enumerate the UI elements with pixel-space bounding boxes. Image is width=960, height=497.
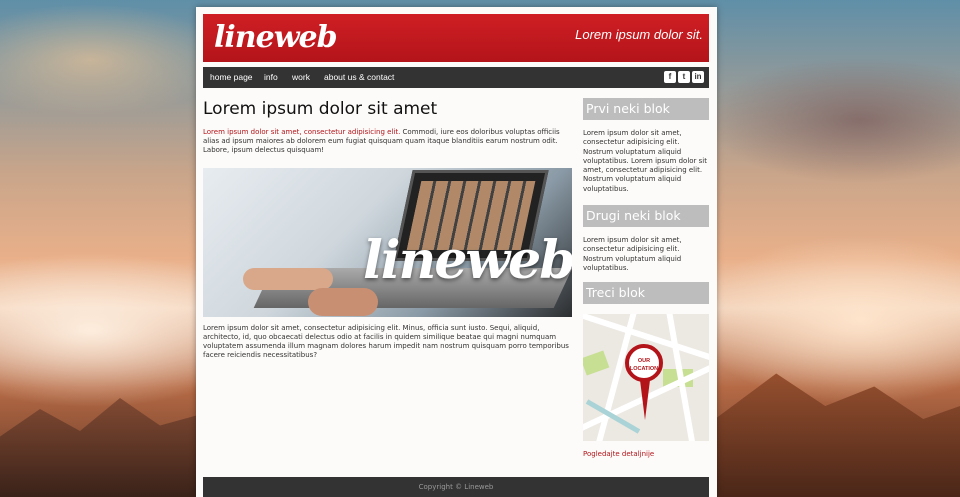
map-park: [583, 350, 610, 376]
sidebar-block1-text: Lorem ipsum dolor sit amet, consectetur …: [583, 129, 707, 193]
intro-paragraph: Lorem ipsum dolor sit amet, consectetur …: [203, 128, 571, 155]
hero-watermark-logo: lineweb: [363, 230, 572, 291]
location-map[interactable]: OUR LOCATION: [583, 314, 709, 441]
nav-item-work[interactable]: work: [292, 72, 310, 82]
map-pin-tail: [640, 380, 650, 420]
facebook-icon[interactable]: f: [664, 71, 676, 83]
linkedin-icon[interactable]: in: [692, 71, 704, 83]
nav-item-home[interactable]: home page: [210, 72, 253, 82]
map-pin-label-line2: LOCATION: [629, 366, 659, 372]
header-tagline: Lorem ipsum dolor sit.: [575, 27, 703, 42]
hero-image: lineweb: [203, 168, 572, 317]
article-title: Lorem ipsum dolor sit amet: [203, 99, 438, 119]
hand-illustration-right: [308, 288, 378, 316]
twitter-icon[interactable]: t: [678, 71, 690, 83]
main-nav: home page info work about us & contact f…: [203, 67, 709, 88]
intro-link[interactable]: Lorem ipsum dolor sit amet, consectetur …: [203, 128, 400, 136]
nav-item-about-contact[interactable]: about us & contact: [324, 72, 394, 82]
background-mountain-left: [0, 398, 200, 497]
sidebar-block1-title: Prvi neki blok: [583, 98, 709, 120]
background-mountain-right: [715, 373, 960, 497]
sidebar-block3-title: Treci blok: [583, 282, 709, 304]
map-details-link[interactable]: Pogledajte detaljnije: [583, 450, 654, 458]
body-paragraph: Lorem ipsum dolor sit amet, consectetur …: [203, 324, 569, 359]
site-footer: Copyright © Lineweb: [203, 477, 709, 497]
page-container: lineweb Lorem ipsum dolor sit. home page…: [196, 7, 717, 497]
hand-illustration: [243, 268, 333, 290]
site-logo[interactable]: lineweb: [214, 20, 338, 55]
sidebar-block2-text: Lorem ipsum dolor sit amet, consectetur …: [583, 236, 682, 272]
social-links: f t in: [664, 71, 704, 83]
sidebar-block2-title: Drugi neki blok: [583, 205, 709, 227]
nav-item-info[interactable]: info: [264, 72, 278, 82]
map-location-pin: OUR LOCATION: [625, 344, 663, 382]
site-header: lineweb Lorem ipsum dolor sit.: [203, 14, 709, 62]
map-pin-label-line1: OUR: [637, 358, 651, 364]
